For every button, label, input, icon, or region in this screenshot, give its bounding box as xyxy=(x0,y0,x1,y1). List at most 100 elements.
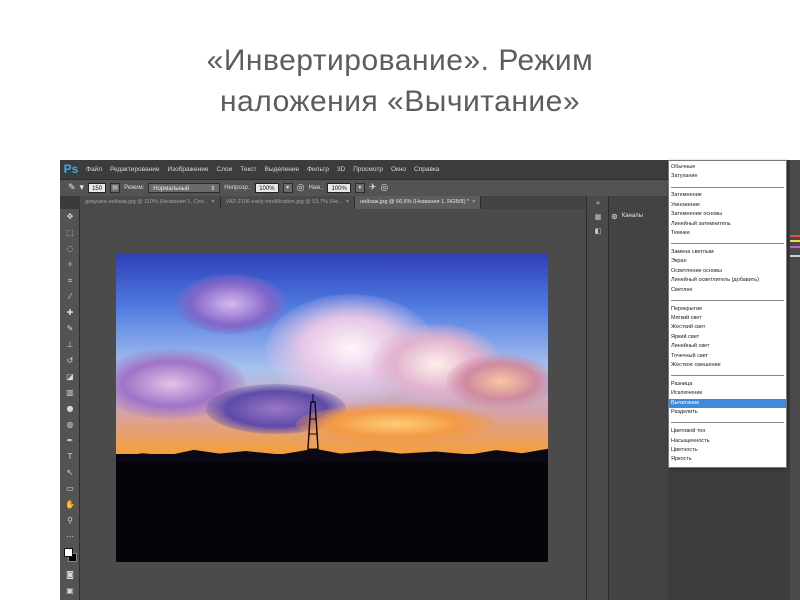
menu-view[interactable]: Просмотр xyxy=(349,166,387,173)
properties-panel-icon[interactable]: ◧ xyxy=(587,224,609,238)
menu-3d[interactable]: 3D xyxy=(333,166,349,173)
blend-mode-option[interactable]: Вычитание xyxy=(669,398,786,408)
opacity-field[interactable]: 100% xyxy=(255,183,279,193)
slide-title: «Инвертирование». Режим наложения «Вычит… xyxy=(80,40,720,122)
document-photo[interactable] xyxy=(116,254,548,562)
flow-field[interactable]: 100% xyxy=(327,183,351,193)
more-tools-icon[interactable]: ⋯ xyxy=(60,529,80,545)
blend-mode-option[interactable]: Яркость xyxy=(669,455,786,464)
gradient-tool-icon[interactable]: ▥ xyxy=(60,385,80,401)
flow-dropdown-icon[interactable]: ▾ xyxy=(354,183,365,193)
close-icon[interactable]: × xyxy=(472,199,475,205)
blend-mode-option[interactable]: Перекрытие xyxy=(669,305,786,314)
channels-panel-tab[interactable]: ⊛ Каналы xyxy=(611,209,667,223)
menu-help[interactable]: Справка xyxy=(410,166,444,173)
photo-sunset-glow xyxy=(296,404,496,444)
tab-document-1[interactable]: девушка нейзаж.jpg @ 110% (Незвания 1, С… xyxy=(80,196,221,209)
pressure-opacity-icon[interactable]: ◎ xyxy=(297,183,305,193)
menu-filter[interactable]: Фильтр xyxy=(303,166,333,173)
blend-mode-option[interactable]: Цветовой тон xyxy=(669,427,786,436)
blend-mode-option[interactable]: Светлее xyxy=(669,286,786,295)
type-tool-icon[interactable]: T xyxy=(60,449,80,465)
opacity-dropdown-icon[interactable]: ▾ xyxy=(282,183,293,193)
channels-icon: ⊛ xyxy=(611,211,618,221)
blend-mode-option[interactable]: Жесткое смешение xyxy=(669,361,786,370)
document-tabs: девушка нейзаж.jpg @ 110% (Незвания 1, С… xyxy=(80,196,586,209)
healing-brush-tool-icon[interactable]: ✚ xyxy=(60,305,80,321)
blend-mode-option[interactable]: Экран xyxy=(669,257,786,266)
blend-mode-option[interactable]: Разделить xyxy=(669,408,786,417)
brush-icon[interactable]: ✎ xyxy=(68,183,76,193)
crop-tool-icon[interactable]: ⌗ xyxy=(60,273,80,289)
quick-mask-icon[interactable]: ◙ xyxy=(60,567,80,583)
hand-tool-icon[interactable]: ✋ xyxy=(60,497,80,513)
blend-mode-option[interactable]: Исключение xyxy=(669,389,786,398)
blend-mode-option[interactable]: Насыщенность xyxy=(669,437,786,446)
close-icon[interactable]: × xyxy=(346,199,349,205)
blend-mode-option[interactable]: Яркий свет xyxy=(669,333,786,342)
channels-label: Каналы xyxy=(621,213,643,219)
menu-separator xyxy=(671,422,784,424)
menu-edit[interactable]: Редактирование xyxy=(106,166,164,173)
blend-mode-option[interactable]: Затемнение xyxy=(669,191,786,200)
blend-mode-option[interactable]: Линейный затемнитель xyxy=(669,220,786,229)
blur-tool-icon[interactable]: ● xyxy=(60,401,80,417)
brush-panel-toggle-icon[interactable]: ▤ xyxy=(110,183,121,193)
lasso-tool-icon[interactable]: ◌ xyxy=(60,241,80,257)
photo-cloud xyxy=(446,354,548,409)
menu-type[interactable]: Текст xyxy=(236,166,260,173)
blend-mode-option[interactable]: Затемнение основы xyxy=(669,210,786,219)
blend-mode-dropdown[interactable]: Обычные Затухание Затемнение Умножение Затем… xyxy=(668,160,787,468)
flow-label: Наж.: xyxy=(308,185,324,191)
tab-document-3[interactable]: нейзаж.jpg @ 66,6% (Незвания 1, RGB/8) *… xyxy=(355,196,482,209)
mode-select-value: Нормальный xyxy=(153,186,190,192)
pen-tool-icon[interactable]: ✒ xyxy=(60,433,80,449)
panel-icon-strip: « ▦ ◧ xyxy=(587,196,609,600)
tab-document-2[interactable]: VAZ-2106-early-modification.jpg @ 53,7% … xyxy=(220,196,356,209)
clone-stamp-tool-icon[interactable]: ⊥ xyxy=(60,337,80,353)
zoom-tool-icon[interactable]: ⚲ xyxy=(60,513,80,529)
shape-tool-icon[interactable]: ▭ xyxy=(60,481,80,497)
screen-mode-icon[interactable]: ▣ xyxy=(60,583,80,599)
blend-mode-option[interactable]: Разница xyxy=(669,380,786,389)
marquee-tool-icon[interactable]: ⬚ xyxy=(60,225,80,241)
eraser-tool-icon[interactable]: ◪ xyxy=(60,369,80,385)
dodge-tool-icon[interactable]: ◍ xyxy=(60,417,80,433)
path-select-tool-icon[interactable]: ↖ xyxy=(60,465,80,481)
photo-cloud xyxy=(176,274,286,334)
menu-layers[interactable]: Слои xyxy=(212,166,236,173)
eyedropper-tool-icon[interactable]: ⁄ xyxy=(60,289,80,305)
quick-select-tool-icon[interactable]: ✧ xyxy=(60,257,80,273)
canvas-area[interactable] xyxy=(80,209,586,600)
history-panel-icon[interactable]: ▦ xyxy=(587,210,609,224)
foreground-color-swatch[interactable] xyxy=(64,548,73,557)
chevron-down-icon[interactable]: ▾ xyxy=(80,183,85,193)
collapse-icon[interactable]: « xyxy=(587,196,609,210)
blend-mode-option[interactable]: Жесткий свет xyxy=(669,323,786,332)
blend-mode-option[interactable]: Замена светлым xyxy=(669,248,786,257)
mode-select[interactable]: Нормальный ⇕ xyxy=(148,183,221,193)
move-tool-icon[interactable]: ✥ xyxy=(60,209,80,225)
menu-image[interactable]: Изображение xyxy=(164,166,213,173)
menu-select[interactable]: Выделение xyxy=(261,166,303,173)
blend-mode-option[interactable]: Темнее xyxy=(669,229,786,238)
blend-mode-option[interactable]: Осветление основы xyxy=(669,267,786,276)
menu-file[interactable]: Файл xyxy=(82,166,106,173)
airbrush-icon[interactable]: ✈ xyxy=(369,183,377,193)
close-icon[interactable]: × xyxy=(211,199,214,205)
menu-window[interactable]: Окно xyxy=(387,166,410,173)
blend-mode-option[interactable]: Мягкий свет xyxy=(669,314,786,323)
history-brush-tool-icon[interactable]: ↺ xyxy=(60,353,80,369)
blend-mode-option[interactable]: Цветность xyxy=(669,446,786,455)
blend-mode-option[interactable]: Затухание xyxy=(669,172,786,181)
blend-mode-option[interactable]: Умножение xyxy=(669,201,786,210)
blend-mode-option[interactable]: Точечный свет xyxy=(669,352,786,361)
menu-separator xyxy=(671,375,784,377)
color-swatches[interactable] xyxy=(60,545,79,567)
brush-size-field[interactable]: 150 xyxy=(88,183,107,193)
blend-mode-option[interactable]: Обычные xyxy=(669,163,786,172)
blend-mode-option[interactable]: Линейный свет xyxy=(669,342,786,351)
pressure-size-icon[interactable]: ◎ xyxy=(380,183,388,193)
blend-mode-option[interactable]: Линейный осветлитель (добавить) xyxy=(669,276,786,285)
brush-tool-icon[interactable]: ✎ xyxy=(60,321,80,337)
